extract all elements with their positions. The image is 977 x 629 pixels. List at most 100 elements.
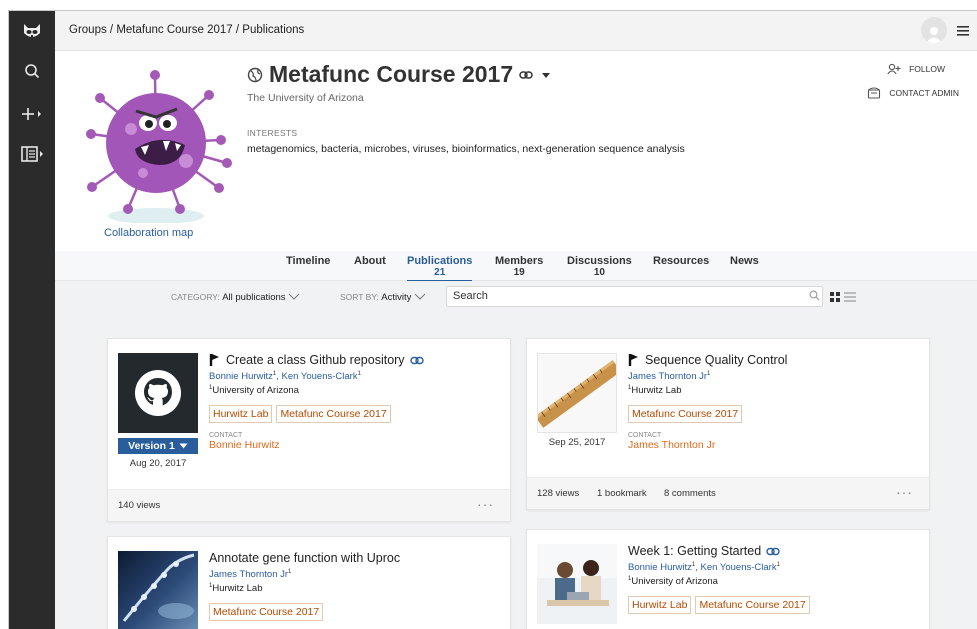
tag[interactable]: Hurwitz Lab (209, 405, 273, 424)
category-filter[interactable]: CATEGORY: All publications (171, 292, 300, 303)
ruler-image-icon (537, 353, 617, 433)
caret-down-icon (179, 443, 188, 449)
contact-name[interactable]: James Thornton Jr (628, 439, 919, 451)
group-avatar-virus-icon (86, 70, 232, 223)
top-bar: Groups / Metafunc Course 2017 / Publicat… (55, 11, 977, 51)
publication-card[interactable]: Version 1 Aug 20, 2017 Create a class Gi… (107, 338, 511, 522)
card-body: Create a class Github repository Bonnie … (209, 353, 500, 451)
tab-about[interactable]: About (354, 255, 386, 267)
contact-name[interactable]: Bonnie Hurwitz (209, 439, 500, 451)
tab-label: Discussions (567, 255, 632, 267)
publication-title-text: Annotate gene function with Uproc (209, 551, 401, 565)
sort-filter[interactable]: SORT BY: Activity (340, 292, 426, 303)
tab-members[interactable]: Members 19 (495, 255, 543, 279)
bookmark-count[interactable]: 1 bookmark (597, 488, 647, 499)
hamburger-menu-icon[interactable] (957, 23, 969, 41)
category-label: CATEGORY: (171, 292, 220, 302)
search-input[interactable]: Search (446, 286, 823, 307)
tag-list: Hurwitz Lab Metafunc Course 2017 (628, 596, 919, 615)
fork-flag-icon (209, 354, 219, 366)
filter-bar: CATEGORY: All publications SORT BY: Acti… (55, 281, 977, 311)
author-link[interactable]: Ken Youens-Clark (282, 371, 358, 382)
app-window: Groups / Metafunc Course 2017 / Publicat… (8, 10, 977, 629)
list-view-icon[interactable] (844, 292, 856, 302)
tab-news[interactable]: News (730, 255, 759, 267)
tab-count: 21 (434, 267, 446, 278)
sort-label: SORT BY: (340, 292, 379, 302)
breadcrumb-groups[interactable]: Groups (69, 24, 107, 36)
breadcrumb-current: Publications (242, 24, 305, 36)
card-footer: 140 views ··· (108, 489, 510, 521)
tab-label: Members (495, 255, 544, 267)
affiliation-text: University of Arizona (212, 385, 299, 397)
chevron-down-icon (414, 293, 426, 300)
contact-admin-button[interactable]: CONTACT ADMIN (867, 87, 959, 99)
publication-card[interactable]: Sep 25, 2017 Sequence Quality Control Ja… (526, 338, 930, 510)
publication-card[interactable]: Week 1: Getting Started Bonnie Hurwitz1,… (526, 529, 930, 629)
view-count: 128 views (537, 488, 580, 499)
tab-label: Publications (407, 255, 473, 267)
search-icon[interactable] (809, 290, 820, 301)
breadcrumb: Groups / Metafunc Course 2017 / Publicat… (69, 24, 304, 36)
affiliation-text: University of Arizona (631, 576, 718, 588)
author-sup: 1 (776, 562, 780, 568)
author-list: James Thornton Jr1 (628, 371, 919, 382)
tab-discussions[interactable]: Discussions 10 (567, 255, 632, 279)
user-icon (926, 27, 942, 43)
author-sup: 1 (707, 371, 711, 377)
publication-title[interactable]: Create a class Github repository (209, 353, 500, 367)
version-dropdown[interactable]: Version 1 (118, 438, 198, 454)
comment-count[interactable]: 8 comments (664, 488, 716, 499)
fork-flag-icon (628, 354, 638, 366)
breadcrumb-group[interactable]: Metafunc Course 2017 (116, 24, 232, 36)
globe-icon (247, 67, 263, 82)
grid-view-icon[interactable] (830, 292, 840, 302)
user-avatar[interactable] (921, 17, 947, 43)
chevron-down-icon[interactable] (539, 70, 553, 80)
publications-list: Version 1 Aug 20, 2017 Create a class Gi… (55, 311, 977, 629)
more-options-icon[interactable]: ··· (896, 484, 913, 500)
contact-icon (868, 87, 881, 99)
publication-title-text: Create a class Github repository (226, 353, 405, 367)
group-title-row: Metafunc Course 2017 (247, 61, 553, 88)
search-icon[interactable] (9, 56, 55, 86)
tab-timeline[interactable]: Timeline (286, 255, 330, 267)
link-icon[interactable] (766, 547, 780, 556)
contact-label: CONTACT (209, 432, 243, 440)
add-icon[interactable] (9, 99, 55, 129)
tab-label: News (730, 255, 759, 267)
author-link[interactable]: Bonnie Hurwitz (209, 371, 273, 382)
tag[interactable]: Hurwitz Lab (628, 596, 692, 615)
tag-list: Metafunc Course 2017 (209, 603, 500, 622)
tag[interactable]: Metafunc Course 2017 (628, 405, 743, 424)
card-body: Week 1: Getting Started Bonnie Hurwitz1,… (628, 544, 919, 615)
publication-title[interactable]: Week 1: Getting Started (628, 544, 919, 558)
card-body: Annotate gene function with Uproc James … (209, 551, 500, 622)
author-link[interactable]: Ken Youens-Clark (701, 562, 777, 573)
tag[interactable]: Metafunc Course 2017 (276, 405, 391, 424)
follow-button[interactable]: FOLLOW (887, 63, 945, 75)
author-link[interactable]: James Thornton Jr (628, 371, 707, 382)
tab-publications[interactable]: Publications 21 (407, 255, 473, 282)
publication-card[interactable]: Annotate gene function with Uproc James … (107, 536, 511, 629)
chevron-down-icon (288, 293, 300, 300)
link-icon[interactable] (519, 70, 533, 80)
publication-title[interactable]: Sequence Quality Control (628, 353, 919, 367)
tab-resources[interactable]: Resources (653, 255, 709, 267)
more-options-icon[interactable]: ··· (477, 496, 494, 512)
contact-admin-label: CONTACT ADMIN (889, 88, 959, 98)
raccoon-logo-icon[interactable] (9, 17, 55, 47)
author-list: James Thornton Jr1 (209, 569, 500, 580)
sort-value: Activity (381, 292, 412, 303)
tag[interactable]: Metafunc Course 2017 (695, 596, 810, 615)
collaboration-map-link[interactable]: Collaboration map (104, 227, 193, 239)
link-icon[interactable] (409, 356, 424, 365)
author-list: Bonnie Hurwitz1, Ken Youens-Clark1 (628, 562, 780, 574)
molecule-image-icon (118, 551, 198, 629)
library-icon[interactable] (9, 139, 55, 169)
author-sup: 1 (272, 371, 277, 377)
author-link[interactable]: Bonnie Hurwitz (628, 562, 692, 573)
author-link[interactable]: James Thornton Jr (209, 569, 288, 580)
publication-title[interactable]: Annotate gene function with Uproc (209, 551, 500, 565)
tag[interactable]: Metafunc Course 2017 (209, 603, 324, 622)
